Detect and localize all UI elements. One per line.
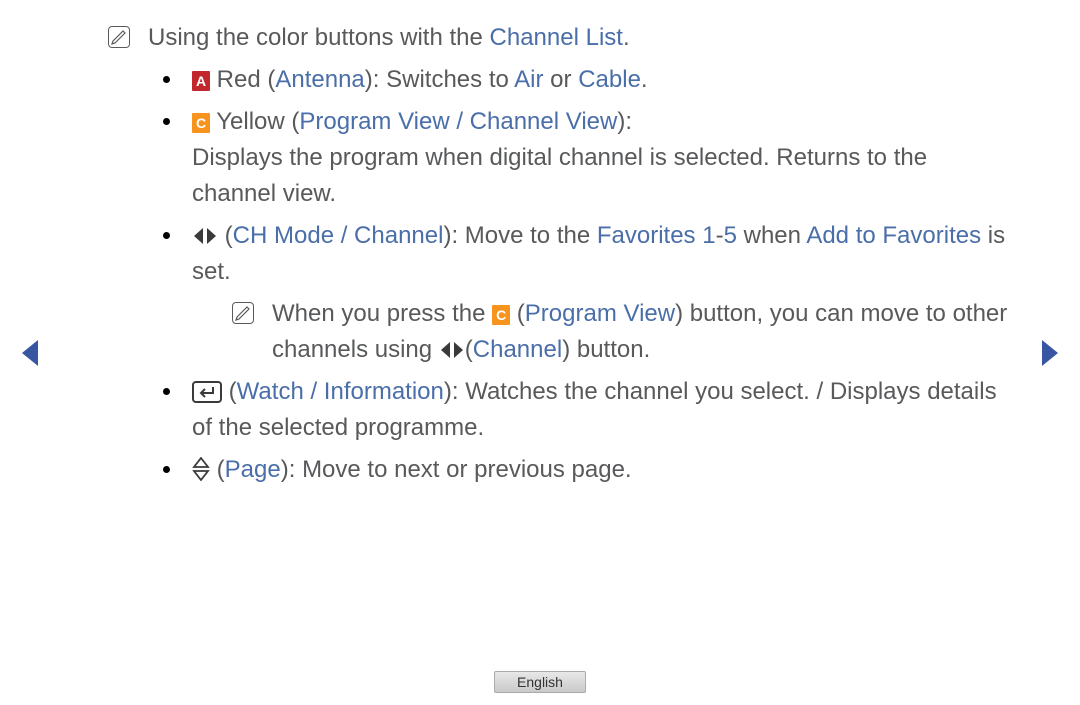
note-icon <box>232 302 254 324</box>
intro-text: Using the color buttons with the Channel… <box>148 20 630 56</box>
page-content: Using the color buttons with the Channel… <box>108 20 1010 494</box>
enter-icon <box>192 381 222 403</box>
watch-info-label: Watch / Information <box>237 378 444 405</box>
favorites-label: Favorites 1 <box>597 222 716 249</box>
yellow-pre: Yellow ( <box>210 108 299 135</box>
intro-prefix: Using the color buttons with the <box>148 24 490 51</box>
bullet-red: A Red (Antenna): Switches to Air or Cabl… <box>163 62 1010 98</box>
bullet-dot-icon <box>163 466 170 473</box>
bullet-watch: (Watch / Information): Watches the chann… <box>163 374 1010 446</box>
subnote-open: ( <box>510 300 525 327</box>
watch-open: ( <box>222 378 237 405</box>
chmode-text: (CH Mode / Channel): Move to the Favorit… <box>192 218 1010 290</box>
next-page-button[interactable] <box>1040 338 1062 368</box>
intro-suffix: . <box>623 24 630 51</box>
program-channel-view-label: Program View / Channel View <box>299 108 617 135</box>
intro-line: Using the color buttons with the Channel… <box>108 20 1010 56</box>
language-badge: English <box>494 671 586 693</box>
prev-page-button[interactable] <box>18 338 40 368</box>
bullet-dot-icon <box>163 118 170 125</box>
add-to-favorites-label: Add to Favorites <box>806 222 981 249</box>
program-view-label: Program View <box>525 300 675 327</box>
page-open: ( <box>210 456 225 483</box>
chmode-label: CH Mode / Channel <box>233 222 444 249</box>
yellow-c-button-icon: C <box>492 305 510 325</box>
bullet-dot-icon <box>163 388 170 395</box>
left-right-arrow-icon <box>439 340 465 360</box>
bullet-page: (Page): Move to next or previous page. <box>163 452 1010 488</box>
red-end: . <box>641 66 648 93</box>
subnote-pre: When you press the <box>272 300 492 327</box>
chmode-open: ( <box>218 222 233 249</box>
yellow-text: C Yellow (Program View / Channel View): … <box>192 104 1010 212</box>
page-rest: ): Move to next or previous page. <box>281 456 632 483</box>
cable-label: Cable <box>578 66 641 93</box>
red-or: or <box>544 66 579 93</box>
bullet-yellow: C Yellow (Program View / Channel View): … <box>163 104 1010 212</box>
bullet-chmode: (CH Mode / Channel): Move to the Favorit… <box>163 218 1010 290</box>
red-mid: ): Switches to <box>365 66 514 93</box>
air-label: Air <box>514 66 543 93</box>
chmode-dash: - <box>716 222 724 249</box>
subnote-close: ) button. <box>562 336 650 363</box>
channel-list-link: Channel List <box>490 24 623 51</box>
red-pre: Red ( <box>210 66 275 93</box>
sub-note-text: When you press the C (Program View) butt… <box>272 296 1010 368</box>
yellow-c-button-icon: C <box>192 113 210 133</box>
bullet-dot-icon <box>163 232 170 239</box>
red-text: A Red (Antenna): Switches to Air or Cabl… <box>192 62 1010 98</box>
favorites-five: 5 <box>724 222 737 249</box>
channel-label: Channel <box>473 336 562 363</box>
subnote-ch-open: ( <box>465 336 473 363</box>
bullet-dot-icon <box>163 76 170 83</box>
sub-note: When you press the C (Program View) butt… <box>232 296 1010 368</box>
left-right-arrow-icon <box>192 226 218 246</box>
chmode-when: when <box>737 222 806 249</box>
yellow-end: ): <box>617 108 632 135</box>
page-label: Page <box>225 456 281 483</box>
note-icon <box>108 26 130 48</box>
red-a-button-icon: A <box>192 71 210 91</box>
watch-text: (Watch / Information): Watches the chann… <box>192 374 1010 446</box>
yellow-desc: Displays the program when digital channe… <box>192 140 1010 212</box>
page-text: (Page): Move to next or previous page. <box>192 452 1010 488</box>
antenna-label: Antenna <box>275 66 364 93</box>
up-down-arrow-icon <box>192 457 210 481</box>
chmode-mid1: ): Move to the <box>443 222 596 249</box>
